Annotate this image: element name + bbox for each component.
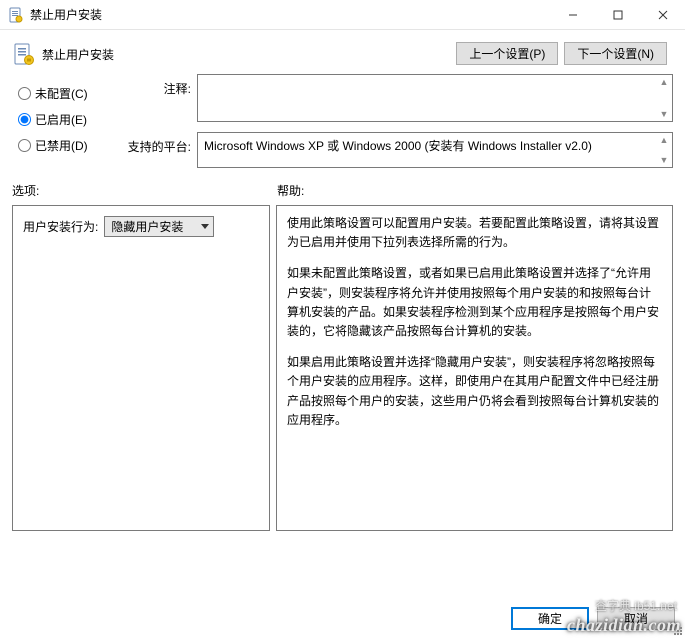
scroll-up-icon[interactable]: ▲	[658, 135, 670, 145]
next-setting-button[interactable]: 下一个设置(N)	[564, 42, 667, 65]
platform-row: 支持的平台: Microsoft Windows XP 或 Windows 20…	[127, 132, 673, 168]
comment-field[interactable]: ▲ ▼	[197, 74, 673, 122]
maximize-button[interactable]	[595, 0, 640, 29]
platform-value: Microsoft Windows XP 或 Windows 2000 (安装有…	[204, 139, 592, 153]
combo-value: 隐藏用户安装	[111, 218, 197, 235]
nav-buttons: 上一个设置(P) 下一个设置(N)	[456, 42, 667, 65]
help-paragraph-3: 如果启用此策略设置并选择“隐藏用户安装”，则安装程序将忽略按照每个用户安装的应用…	[287, 353, 662, 430]
radio-disabled-input[interactable]	[18, 139, 31, 152]
policy-file-icon	[8, 7, 24, 23]
options-pane: 用户安装行为: 隐藏用户安装	[12, 205, 270, 531]
radio-not-configured[interactable]: 未配置(C)	[12, 80, 127, 106]
help-paragraph-2: 如果未配置此策略设置，或者如果已启用此策略设置并选择了“允许用户安装”，则安装程…	[287, 264, 662, 341]
help-paragraph-1: 使用此策略设置可以配置用户安装。若要配置此策略设置，请将其设置为已启用并使用下拉…	[287, 214, 662, 252]
user-install-behavior-label: 用户安装行为:	[23, 218, 98, 235]
window-title: 禁止用户安装	[30, 6, 550, 23]
radio-enabled-input[interactable]	[18, 113, 31, 126]
policy-title-wrap: 禁止用户安装	[12, 42, 456, 66]
cancel-button[interactable]: 取消	[597, 607, 675, 630]
user-install-behavior-row: 用户安装行为: 隐藏用户安装	[23, 216, 259, 237]
panes: 用户安装行为: 隐藏用户安装 使用此策略设置可以配置用户安装。若要配置此策略设置…	[0, 205, 685, 531]
header: 禁止用户安装 上一个设置(P) 下一个设置(N)	[0, 30, 685, 74]
radio-not-configured-label: 未配置(C)	[35, 85, 88, 102]
scroll-down-icon[interactable]: ▼	[658, 109, 670, 119]
window-titlebar: 禁止用户安装	[0, 0, 685, 30]
radio-enabled-label: 已启用(E)	[35, 111, 87, 128]
config-area: 未配置(C) 已启用(E) 已禁用(D) 注释: ▲ ▼ 支持的平台: Micr…	[0, 74, 685, 178]
options-section-label: 选项:	[12, 182, 277, 199]
radio-disabled-label: 已禁用(D)	[35, 137, 88, 154]
close-button[interactable]	[640, 0, 685, 29]
dialog-buttons: 确定 取消	[0, 598, 685, 638]
user-install-behavior-combo[interactable]: 隐藏用户安装	[104, 216, 214, 237]
prev-setting-button[interactable]: 上一个设置(P)	[456, 42, 558, 65]
platform-field: Microsoft Windows XP 或 Windows 2000 (安装有…	[197, 132, 673, 168]
radio-enabled[interactable]: 已启用(E)	[12, 106, 127, 132]
scroll-down-icon[interactable]: ▼	[658, 155, 670, 165]
resize-grip[interactable]	[671, 624, 683, 636]
platform-label: 支持的平台:	[127, 132, 197, 155]
radio-not-configured-input[interactable]	[18, 87, 31, 100]
help-section-label: 帮助:	[277, 182, 304, 199]
comment-row: 注释: ▲ ▼	[127, 74, 673, 122]
window-controls	[550, 0, 685, 29]
chevron-down-icon	[197, 224, 213, 230]
scroll-up-icon[interactable]: ▲	[658, 77, 670, 87]
ok-button[interactable]: 确定	[511, 607, 589, 630]
state-radio-group: 未配置(C) 已启用(E) 已禁用(D)	[12, 74, 127, 178]
fields-area: 注释: ▲ ▼ 支持的平台: Microsoft Windows XP 或 Wi…	[127, 74, 673, 178]
policy-title: 禁止用户安装	[42, 46, 114, 63]
section-labels: 选项: 帮助:	[0, 178, 685, 205]
help-pane: 使用此策略设置可以配置用户安装。若要配置此策略设置，请将其设置为已启用并使用下拉…	[276, 205, 673, 531]
minimize-button[interactable]	[550, 0, 595, 29]
radio-disabled[interactable]: 已禁用(D)	[12, 132, 127, 158]
policy-icon	[12, 42, 36, 66]
comment-label: 注释:	[127, 74, 197, 97]
